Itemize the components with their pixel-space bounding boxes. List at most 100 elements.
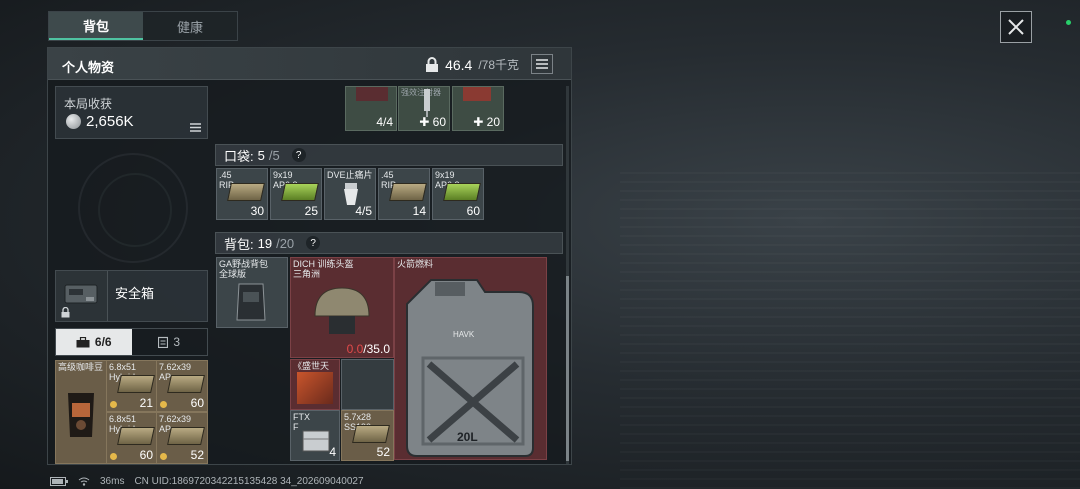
equipment-item[interactable]: 强效注射器 ✚ 60 (398, 86, 450, 131)
backpack-max: /20 (276, 235, 295, 251)
subtab-pouch[interactable]: 6/6 (56, 329, 132, 355)
pouch-item[interactable]: 6.8x51 Hybrid 21 (106, 360, 157, 412)
item-count: 4/4 (376, 115, 393, 129)
close-button[interactable] (1000, 11, 1032, 43)
list-icon (536, 59, 548, 69)
item-count: 52 (376, 445, 390, 459)
pouch-item[interactable]: 高级咖啡豆 (55, 360, 107, 464)
equipment-item[interactable]: ✚ 20 (452, 86, 504, 131)
pouch-grid: 高级咖啡豆 6.8x51 Hybrid 21 7.62x39 AP 60 6.8… (55, 360, 208, 464)
item-count: 14 (412, 204, 426, 218)
ammo-box-icon (389, 183, 427, 201)
battery-icon (50, 477, 68, 486)
backpack-item[interactable]: DICH 训练头盔 三角洲 0.0/35.0 (290, 257, 394, 358)
wifi-icon (78, 477, 90, 486)
tab-health[interactable]: 健康 (143, 12, 237, 40)
earnings-label: 本局收获 (64, 97, 113, 111)
ping-value: 36ms (100, 476, 125, 487)
subtab-tasks[interactable]: 3 (132, 329, 208, 355)
pouch-item[interactable]: 7.62x39 AP 60 (156, 360, 208, 412)
pockets-label: 口袋: (224, 148, 254, 164)
subtab-tasks-label: 3 (173, 335, 181, 349)
pocket-item[interactable]: 9x19 AP6.3 60 (432, 168, 484, 220)
top-tabs: 背包 健康 (48, 11, 238, 41)
ammo-box-icon (281, 183, 319, 201)
close-icon (1008, 19, 1024, 35)
item-count: 21 (139, 396, 153, 410)
panel-header: 个人物资 46.4/78千克 (48, 48, 571, 80)
injector-icon (424, 89, 430, 117)
backpack-empty-slot[interactable] (341, 359, 394, 410)
backpack-icon (236, 283, 266, 321)
scrollbar-thumb[interactable] (566, 276, 569, 461)
item-count: 52 (190, 448, 204, 462)
item-name: DICH 训练头盔 三角洲 (293, 259, 354, 279)
weight-lock-icon (426, 56, 439, 72)
pockets-count: 5 (257, 147, 265, 163)
panel-title: 个人物资 (62, 60, 115, 75)
inventory-scrollbar[interactable] (566, 86, 569, 464)
ammo-box-icon (117, 427, 155, 445)
ammo-box-icon (352, 425, 390, 443)
pocket-item[interactable]: 9x19 AP6.3 25 (270, 168, 322, 220)
backpack-item[interactable]: 火箭燃料 HAVK 20L (394, 257, 547, 460)
item-image (356, 87, 388, 101)
backpack-equipped[interactable]: GA野战背包 全球版 (216, 257, 288, 328)
item-name: GA野战背包 全球版 (219, 259, 269, 279)
backpack-label: 背包: (224, 236, 254, 252)
item-name: 高级咖啡豆 (58, 362, 104, 372)
item-count: 30 (250, 204, 264, 218)
safebox-image (56, 271, 108, 321)
online-indicator (1066, 20, 1071, 25)
pouch-item[interactable]: 6.8x51 Hybrid 60 (106, 412, 157, 464)
item-count: ✚ 20 (473, 115, 500, 129)
plus-icon: ✚ (419, 115, 433, 129)
backpack-item[interactable]: 5.7x28 SS190 52 (341, 410, 394, 461)
backpack-item[interactable]: 《盛世天 (290, 359, 340, 410)
help-icon[interactable]: ? (291, 148, 306, 162)
jerrycan-capacity-label: 20L (457, 430, 478, 444)
ammo-box-icon (167, 427, 205, 445)
item-count-value: 20 (486, 115, 500, 129)
pouch-item[interactable]: 7.62x39 AP 52 (156, 412, 208, 464)
safebox-slot[interactable]: 安全箱 (55, 270, 208, 322)
item-count: 25 (304, 204, 318, 218)
tab-backpack[interactable]: 背包 (49, 12, 143, 40)
pocket-item[interactable]: DVE止痛片 4/5 (324, 168, 376, 220)
durability: 0.0/35.0 (347, 342, 390, 356)
ammo-box-icon (227, 183, 265, 201)
user-marker-icon (160, 401, 167, 408)
helmet-icon (314, 287, 370, 334)
user-uid: CN UID:1869720342215135428 34_2026090400… (134, 476, 364, 487)
backpack-count: 19 (257, 235, 273, 251)
jerrycan-brand: HAVK (453, 330, 475, 339)
item-count: 60 (190, 396, 204, 410)
pockets-header: 口袋: 5/5 ? (215, 144, 563, 166)
equipment-item[interactable]: 4/4 (345, 86, 397, 131)
backpack-header: 背包: 19/20 ? (215, 232, 563, 254)
weight-max: /78千克 (478, 58, 519, 72)
pocket-item[interactable]: .45 RIP 30 (216, 168, 268, 220)
plus-icon: ✚ (473, 115, 487, 129)
item-name: DVE止痛片 (327, 170, 373, 180)
book-cover-image (297, 372, 333, 404)
help-icon[interactable]: ? (306, 236, 321, 250)
item-count-value: 60 (432, 115, 446, 129)
container-subtabs: 6/6 3 (55, 328, 208, 356)
user-marker-icon (110, 401, 117, 408)
clipboard-icon (158, 336, 169, 348)
item-image (463, 87, 491, 101)
item-count: 4 (329, 445, 336, 459)
inventory-panel: 个人物资 46.4/78千克 本局收获 2,656K 安全箱 6/6 3 高级咖… (47, 47, 572, 465)
list-view-button[interactable] (531, 54, 553, 74)
safebox-label: 安全箱 (115, 286, 155, 301)
item-count: 4/5 (355, 204, 372, 218)
earnings-card[interactable]: 本局收获 2,656K (55, 86, 208, 139)
pockets-max: /5 (268, 147, 280, 163)
container-box-icon (302, 430, 330, 452)
item-count: ✚ 60 (419, 115, 446, 129)
item-name: 火箭燃料 (397, 259, 434, 269)
pocket-item[interactable]: .45 RIP 14 (378, 168, 430, 220)
ammo-box-icon (117, 375, 155, 393)
backpack-item[interactable]: FTX F 4 (290, 410, 340, 461)
